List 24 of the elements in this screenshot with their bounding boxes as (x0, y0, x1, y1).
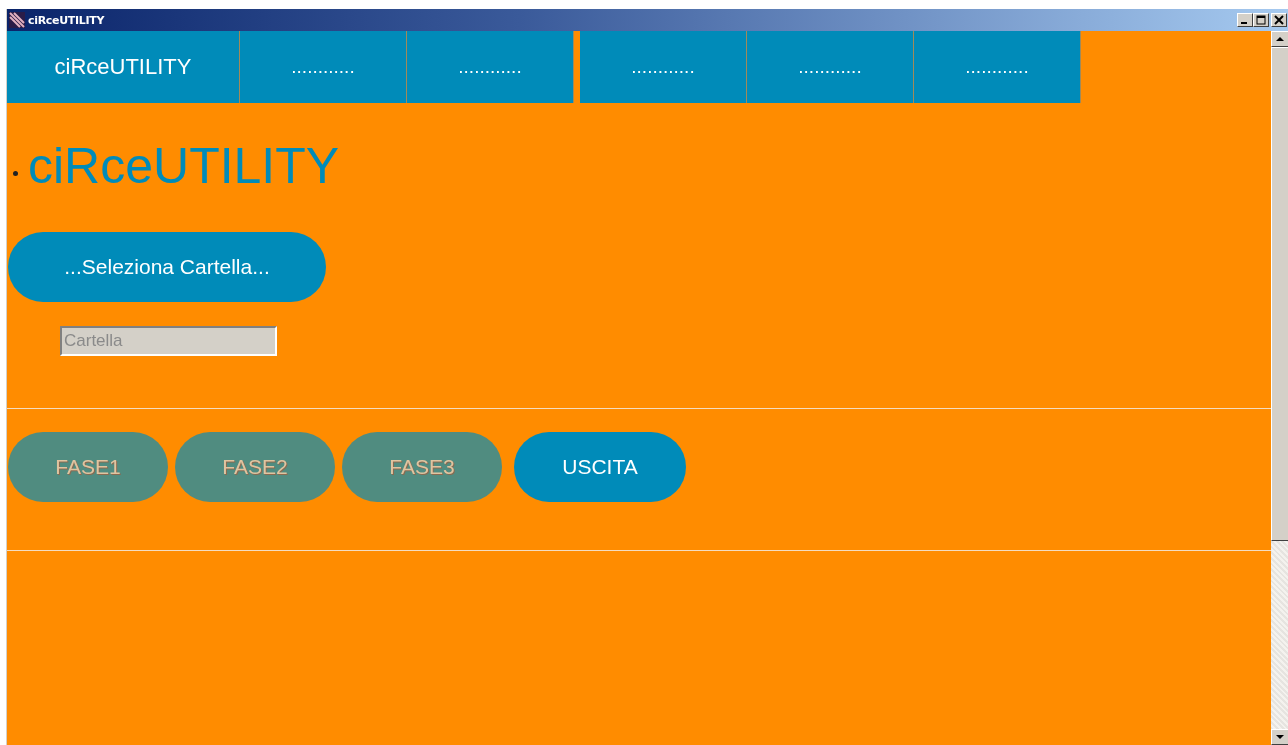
close-icon (1274, 15, 1284, 25)
page-heading: ciRceUTILITY (28, 137, 340, 195)
select-folder-button[interactable]: ...Seleziona Cartella... (8, 232, 326, 302)
nav-item[interactable]: ............ (580, 31, 747, 103)
down-arrow-icon (1276, 735, 1284, 739)
maximize-icon (1256, 15, 1266, 25)
scroll-thumb[interactable] (1271, 47, 1288, 541)
scroll-up-button[interactable] (1271, 31, 1288, 47)
nav-item[interactable]: ............ (407, 31, 574, 103)
up-arrow-icon (1276, 37, 1284, 41)
scroll-down-button[interactable] (1271, 729, 1288, 745)
nav-item[interactable]: ............ (914, 31, 1081, 103)
window-title: ciRceUTILITY (28, 13, 106, 27)
scrollbar[interactable] (1271, 31, 1288, 745)
app-icon (9, 12, 25, 28)
action-button[interactable]: USCITA (514, 432, 686, 502)
nav-item[interactable]: ............ (240, 31, 407, 103)
maximize-button[interactable] (1253, 13, 1269, 27)
minimize-button[interactable] (1237, 13, 1253, 27)
nav-item[interactable]: ciRceUTILITY (7, 31, 240, 103)
nav-item[interactable]: ............ (747, 31, 914, 103)
close-button[interactable] (1271, 13, 1287, 27)
minimize-icon (1241, 22, 1247, 24)
bullet-icon (13, 170, 18, 176)
